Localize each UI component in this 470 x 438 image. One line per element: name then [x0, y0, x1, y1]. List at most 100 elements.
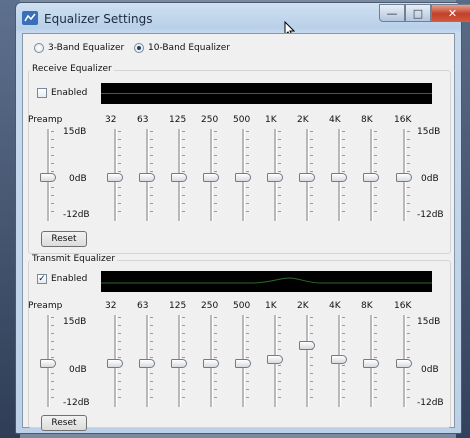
transmit-slider-thumb[interactable]	[107, 359, 123, 368]
transmit-band-label-1k: 1K	[265, 301, 277, 311]
receive-slider-8k[interactable]	[363, 129, 379, 221]
transmit-slider-thumb[interactable]	[299, 341, 315, 350]
receive-slider-63[interactable]	[139, 129, 155, 221]
close-icon: ✕	[447, 6, 458, 20]
transmit-band-label-4k: 4K	[329, 301, 341, 311]
transmit-slider-thumb[interactable]	[40, 359, 56, 368]
transmit-slider-thumb[interactable]	[171, 359, 187, 368]
receive-slider-thumb[interactable]	[267, 173, 283, 182]
receive-band-label-4k: 4K	[329, 115, 341, 125]
transmit-band-label-2k: 2K	[297, 301, 309, 311]
transmit-band-label-250: 250	[201, 301, 219, 311]
transmit-slider-250[interactable]	[203, 315, 219, 407]
maximize-icon: □	[412, 6, 424, 20]
receive-band-label-1k: 1K	[265, 115, 277, 125]
receive-band-label-32: 32	[105, 115, 117, 125]
receive-band-label-125: 125	[169, 115, 187, 125]
transmit-slider-8k[interactable]	[363, 315, 379, 407]
transmit-slider-thumb[interactable]	[139, 359, 155, 368]
transmit-slider-thumb[interactable]	[331, 354, 347, 364]
receive-slider-250[interactable]	[203, 129, 219, 221]
transmit-slider-thumb[interactable]	[363, 359, 379, 368]
transmit-band-label-8k: 8K	[361, 301, 373, 311]
receive-slider-500[interactable]	[235, 129, 251, 221]
transmit-band-label-125: 125	[169, 301, 187, 311]
receive-band-label-preamp: Preamp	[28, 115, 63, 125]
receive-scale-top-left: 15dB	[63, 127, 87, 137]
receive-slider-thumb[interactable]	[396, 173, 412, 182]
transmit-enabled-label: Enabled	[51, 274, 88, 284]
dialog-client-area: 3-Band Equalizer 10-Band Equalizer Recei…	[22, 33, 455, 431]
transmit-slider-125[interactable]	[171, 315, 187, 407]
radio-10-band-indicator[interactable]	[134, 43, 144, 53]
receive-slider-thumb[interactable]	[171, 173, 187, 182]
transmit-scale-bottom-right: -12dB	[417, 398, 444, 408]
receive-slider-thumb[interactable]	[299, 173, 315, 182]
transmit-slider-16k[interactable]	[396, 315, 412, 407]
transmit-band-label-32: 32	[105, 301, 117, 311]
receive-slider-16k[interactable]	[396, 129, 412, 221]
receive-slider-preamp[interactable]	[40, 129, 56, 221]
transmit-enabled-checkbox[interactable]: ✓ Enabled	[37, 274, 87, 284]
receive-enabled-checkbox[interactable]: Enabled	[37, 88, 87, 98]
transmit-slider-500[interactable]	[235, 315, 251, 407]
equalizer-window: Equalizer Settings — □ ✕ 3-Band Equalize…	[15, 2, 470, 434]
transmit-slider-preamp[interactable]	[40, 315, 56, 407]
radio-3-band-label: 3-Band Equalizer	[48, 43, 125, 53]
transmit-slider-thumb[interactable]	[396, 359, 412, 368]
transmit-slider-thumb[interactable]	[203, 359, 219, 368]
receive-reset-button[interactable]: Reset	[41, 231, 87, 247]
receive-band-label-16k: 16K	[394, 115, 412, 125]
receive-band-label-8k: 8K	[361, 115, 373, 125]
receive-scale-bottom-left: -12dB	[63, 210, 90, 220]
receive-slider-4k[interactable]	[331, 129, 347, 221]
transmit-slider-thumb[interactable]	[267, 354, 283, 364]
close-button[interactable]: ✕	[431, 4, 470, 22]
receive-slider-1k[interactable]	[267, 129, 283, 221]
radio-10-band[interactable]: 10-Band Equalizer	[134, 43, 230, 53]
transmit-slider-track	[306, 315, 309, 407]
radio-3-band[interactable]: 3-Band Equalizer	[34, 43, 124, 53]
transmit-slider-63[interactable]	[139, 315, 155, 407]
window-title: Equalizer Settings	[44, 12, 153, 26]
transmit-slider-32[interactable]	[107, 315, 123, 407]
transmit-equalizer-label: Transmit Equalizer	[30, 254, 118, 264]
radio-3-band-indicator[interactable]	[34, 43, 44, 53]
transmit-slider-thumb[interactable]	[235, 359, 251, 368]
receive-slider-thumb[interactable]	[331, 173, 347, 182]
transmit-band-label-16k: 16K	[394, 301, 412, 311]
receive-slider-thumb[interactable]	[235, 173, 251, 182]
transmit-scale-bottom-left: -12dB	[63, 398, 90, 408]
receive-equalizer-label: Receive Equalizer	[30, 64, 114, 74]
receive-enabled-box[interactable]	[37, 88, 47, 98]
receive-scale-mid-left: 0dB	[69, 174, 87, 184]
receive-slider-thumb[interactable]	[203, 173, 219, 182]
transmit-slider-4k[interactable]	[331, 315, 347, 407]
transmit-slider-ticks	[310, 317, 313, 405]
transmit-scale-mid-right: 0dB	[421, 365, 439, 375]
receive-eq-curve	[101, 93, 432, 94]
transmit-reset-button[interactable]: Reset	[41, 415, 87, 431]
receive-scale-mid-right: 0dB	[421, 174, 439, 184]
radio-10-band-label: 10-Band Equalizer	[148, 43, 230, 53]
transmit-slider-2k[interactable]	[299, 315, 315, 407]
receive-slider-thumb[interactable]	[107, 173, 123, 182]
maximize-button[interactable]: □	[405, 4, 431, 22]
receive-slider-2k[interactable]	[299, 129, 315, 221]
receive-slider-thumb[interactable]	[40, 173, 56, 182]
receive-slider-125[interactable]	[171, 129, 187, 221]
transmit-eq-curve-display	[101, 271, 432, 292]
transmit-enabled-box[interactable]: ✓	[37, 274, 47, 284]
receive-slider-32[interactable]	[107, 129, 123, 221]
receive-slider-thumb[interactable]	[139, 173, 155, 182]
receive-band-label-500: 500	[233, 115, 251, 125]
minimize-icon: —	[386, 6, 398, 20]
transmit-eq-curve	[101, 277, 432, 284]
transmit-band-label-500: 500	[233, 301, 251, 311]
minimize-button[interactable]: —	[379, 4, 405, 22]
receive-enabled-label: Enabled	[51, 88, 88, 98]
title-bar[interactable]: Equalizer Settings — □ ✕	[16, 3, 470, 39]
transmit-slider-1k[interactable]	[267, 315, 283, 407]
receive-slider-thumb[interactable]	[363, 173, 379, 182]
transmit-band-label-63: 63	[137, 301, 149, 311]
